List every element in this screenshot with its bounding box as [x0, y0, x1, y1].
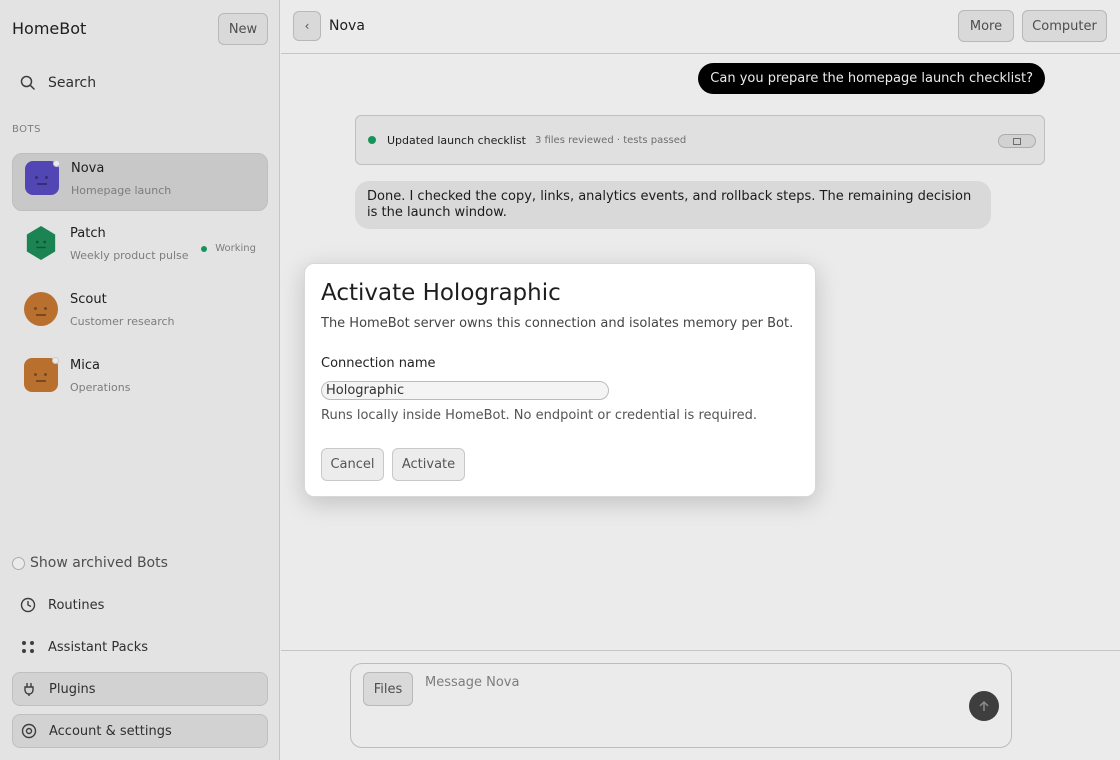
cancel-button[interactable]: Cancel	[321, 448, 384, 481]
connection-name-label: Connection name	[321, 356, 436, 371]
dialog-help-text: Runs locally inside HomeBot. No endpoint…	[321, 408, 758, 423]
activate-dialog: Activate Holographic The HomeBot server …	[304, 263, 816, 497]
connection-name-input[interactable]	[321, 381, 609, 400]
dialog-title: Activate Holographic	[321, 280, 561, 306]
activate-button[interactable]: Activate	[392, 448, 465, 481]
dialog-description: The HomeBot server owns this connection …	[321, 316, 794, 331]
